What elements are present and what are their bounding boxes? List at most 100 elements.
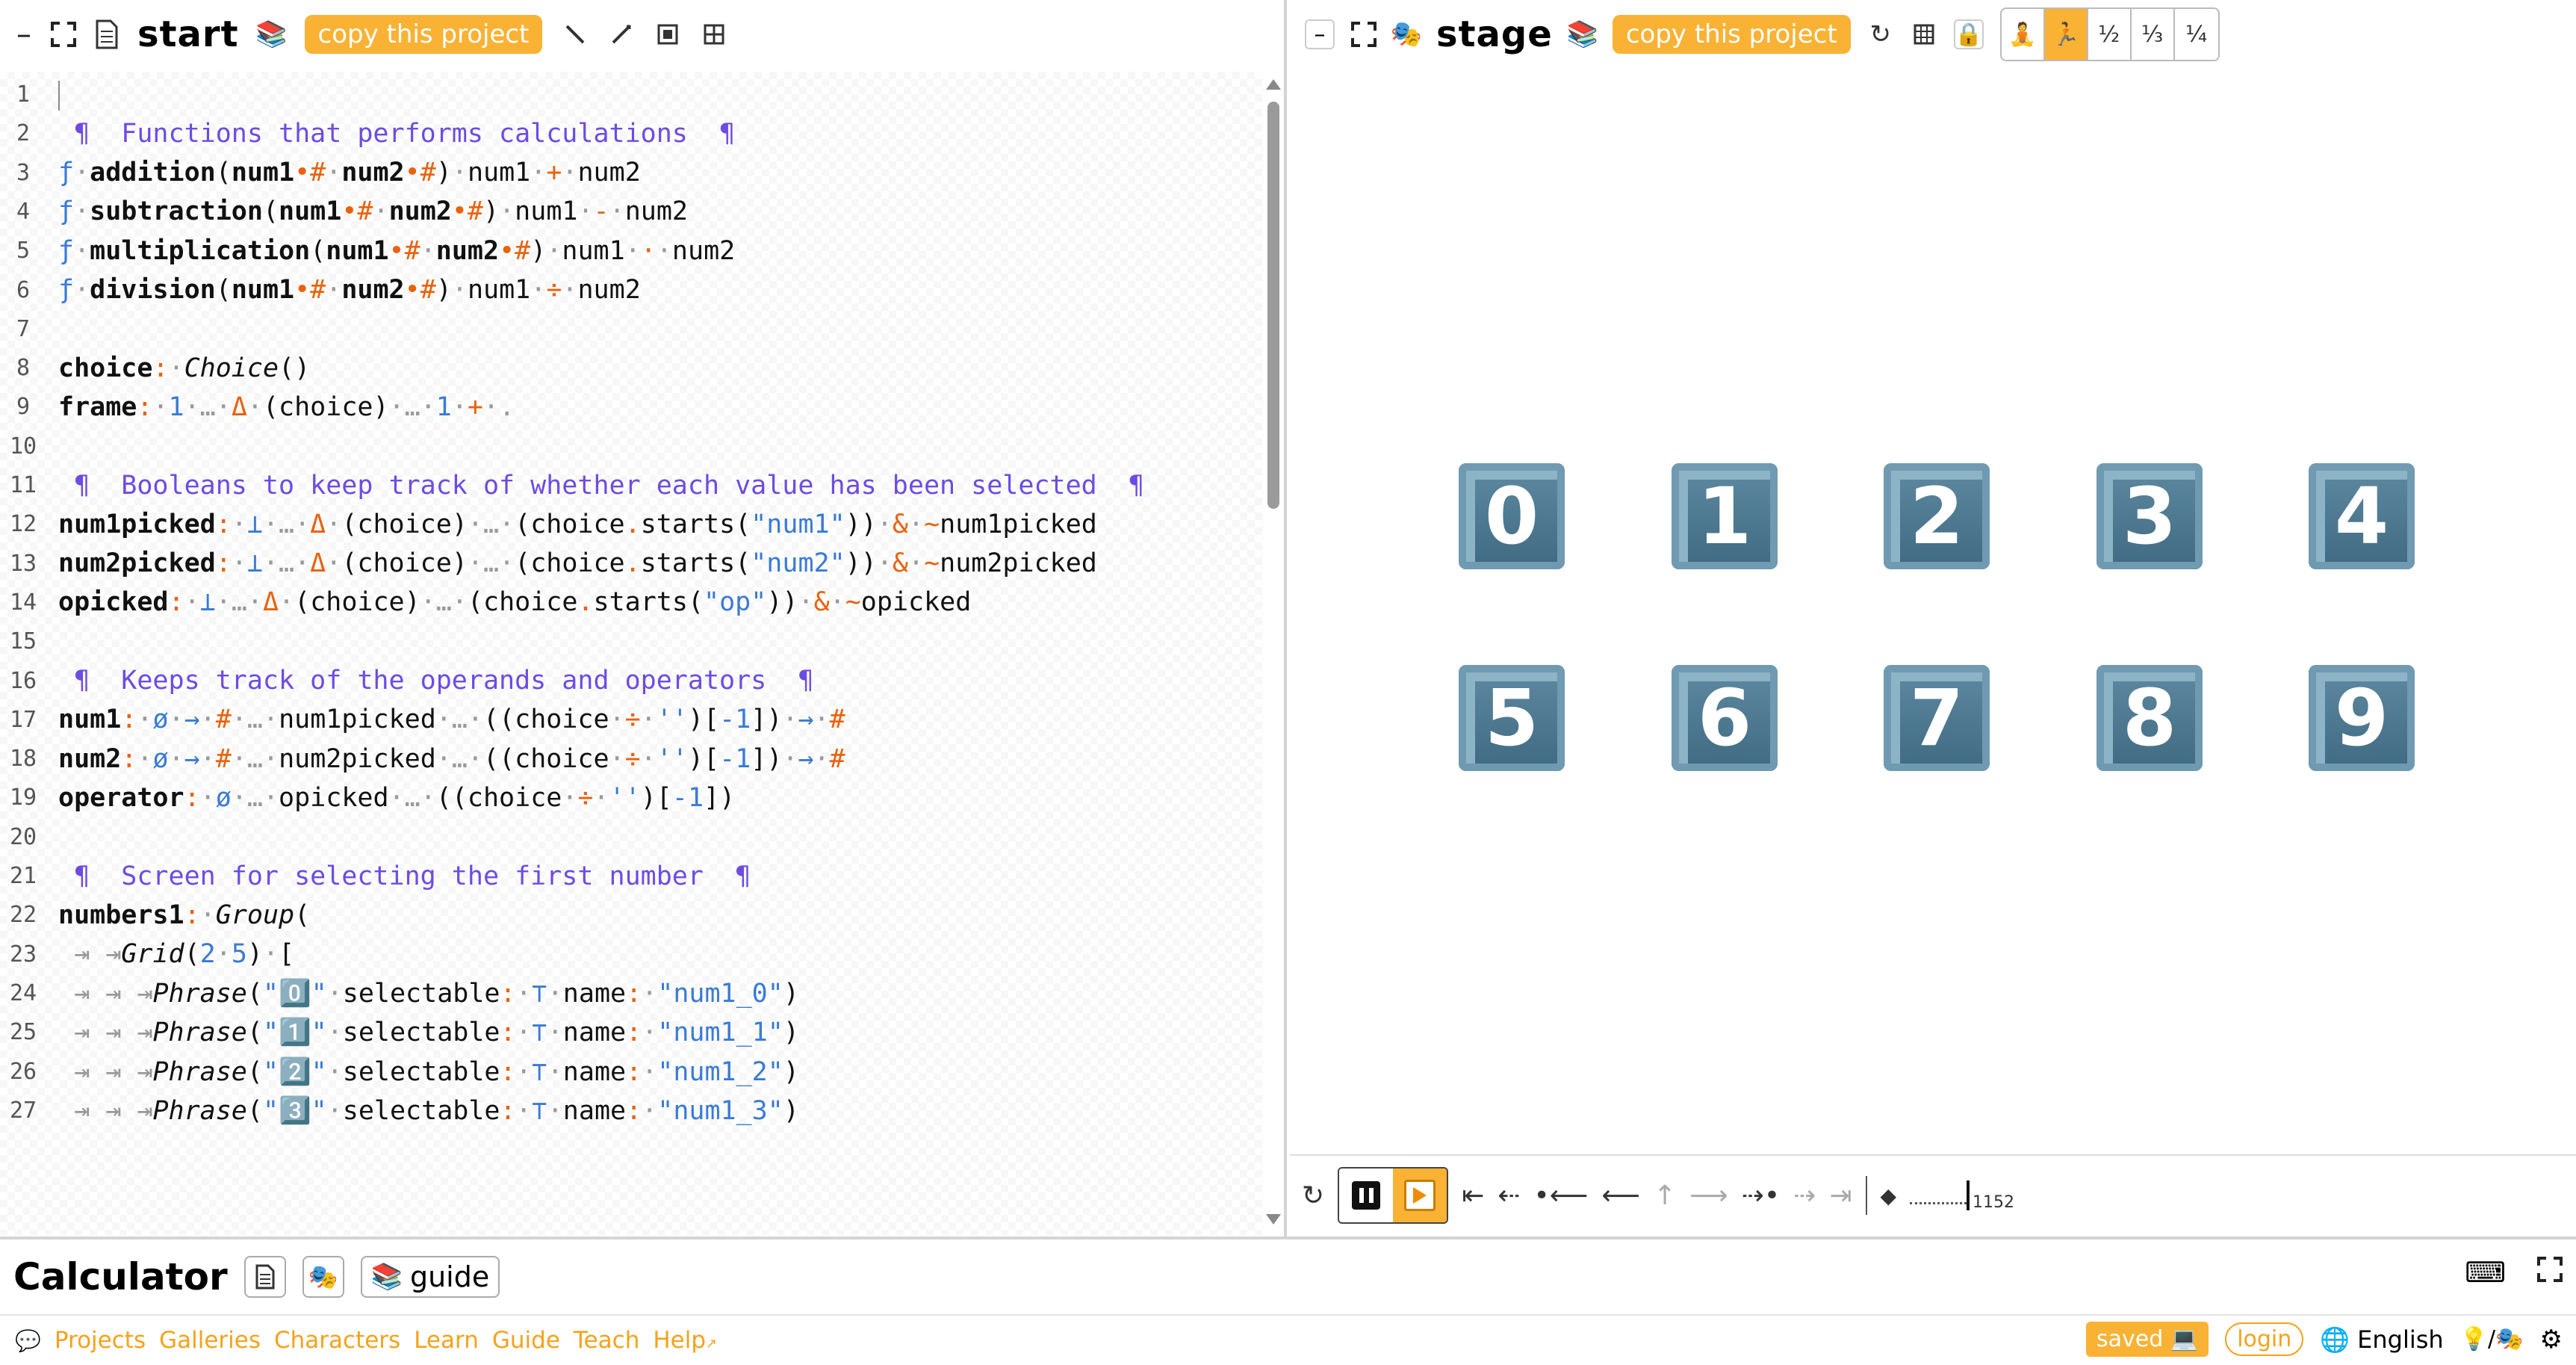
code-line[interactable]: 17 num1:·ø·→·#·…·num1picked·…·((choice·÷·…: [0, 699, 845, 741]
code-line[interactable]: 27 ⇥ ⇥ ⇥Phrase("3️⃣"·selectable:·⊤·name:…: [0, 1089, 799, 1132]
language-selector[interactable]: 🌐 English: [2320, 1325, 2443, 1354]
number-key-8[interactable]: 8: [2097, 665, 2203, 771]
scroll-up-arrow-icon[interactable]: [1266, 79, 1281, 90]
project-name[interactable]: Calculator: [13, 1255, 228, 1299]
still-mode-button[interactable]: 🧘: [2002, 9, 2045, 60]
fullscreen-icon[interactable]: [1351, 22, 1377, 47]
nav-projects[interactable]: Projects: [55, 1327, 146, 1354]
number-key-1[interactable]: 1: [1672, 463, 1778, 569]
nav-teach[interactable]: Teach: [574, 1327, 639, 1354]
grid-icon[interactable]: [701, 21, 727, 48]
code-token: (choice): [262, 391, 389, 422]
number-key-5[interactable]: 5: [1459, 665, 1565, 771]
lock-icon[interactable]: 🔒: [1953, 19, 1984, 49]
code-line[interactable]: 23 ⇥ ⇥Grid(2·5)·[: [0, 933, 294, 976]
step-to-start-icon[interactable]: ⇤: [1462, 1180, 1484, 1211]
nav-characters[interactable]: Characters: [274, 1327, 400, 1354]
code-line[interactable]: 24 ⇥ ⇥ ⇥Phrase("0️⃣"·selectable:·⊤·name:…: [0, 972, 799, 1015]
number-key-2[interactable]: 2: [1884, 463, 1990, 569]
third-speed-button[interactable]: ⅓: [2132, 9, 2175, 60]
number-key-0[interactable]: 0: [1459, 463, 1565, 569]
play-button[interactable]: [1393, 1169, 1447, 1222]
code-line[interactable]: 7: [0, 308, 58, 350]
code-line[interactable]: 12 num1picked:·⊥·…·Δ·(choice)·…·(choice.s…: [0, 503, 1097, 545]
number-key-3[interactable]: 3: [2097, 463, 2203, 569]
code-line[interactable]: 5 ƒ·multiplication(num1•#·num2•#)·num1···…: [0, 229, 735, 272]
collapse-editor-button[interactable]: –: [16, 19, 31, 49]
keyboard-icon[interactable]: ⌨: [2465, 1256, 2506, 1289]
editor-scrollbar[interactable]: [1263, 72, 1284, 1235]
nav-learn[interactable]: Learn: [414, 1327, 479, 1354]
code-line[interactable]: 4 ƒ·subtraction(num1•#·num2•#)·num1·-·num…: [0, 191, 688, 233]
code-line[interactable]: 13 num2picked:·⊥·…·Δ·(choice)·…·(choice.s…: [0, 542, 1097, 585]
nav-galleries[interactable]: Galleries: [159, 1327, 261, 1354]
number-key-7[interactable]: 7: [1884, 665, 1990, 771]
grid-toggle-icon[interactable]: [1911, 21, 1937, 48]
code-line[interactable]: 15: [0, 620, 58, 663]
half-speed-button[interactable]: ½: [2088, 9, 2132, 60]
code-token: (choice: [515, 548, 625, 579]
timeline-cursor[interactable]: [1967, 1180, 1970, 1210]
code-line[interactable]: 14 opicked:·⊥·…·Δ·(choice)·…·(choice.star…: [0, 581, 971, 624]
code-line[interactable]: 3 ƒ·addition(num1•#·num2•#)·num1·+·num2: [0, 152, 641, 194]
code-text: num2:·ø·→·#·…·num2picked·…·((choice·÷·''…: [46, 744, 845, 774]
code-line[interactable]: 9 frame:·1·…·Δ·(choice)·…·1·+·.: [0, 386, 515, 428]
code-line[interactable]: 22 numbers1:·Group(: [0, 894, 310, 936]
collapse-stage-button[interactable]: –: [1305, 19, 1335, 49]
code-line[interactable]: 11 ¶ Booleans to keep track of whether e…: [0, 464, 1144, 507]
scroll-down-arrow-icon[interactable]: [1266, 1214, 1281, 1225]
code-line[interactable]: 21 ¶ Screen for selecting the first numb…: [0, 855, 751, 897]
step-forward-interaction-icon[interactable]: ⇢•: [1742, 1180, 1780, 1211]
code-line[interactable]: 18 num2:·ø·→·#·…·num2picked·…·((choice·÷·…: [0, 737, 845, 780]
timeline-slider[interactable]: [1910, 1180, 1970, 1210]
refresh-icon[interactable]: ↻: [1867, 19, 1894, 49]
code-line[interactable]: 20: [0, 816, 58, 858]
quarter-speed-button[interactable]: ¼: [2175, 9, 2218, 60]
code-line[interactable]: 8 choice:·Choice(): [0, 347, 310, 389]
code-line[interactable]: 16 ¶ Keeps track of the operands and ope…: [0, 660, 814, 702]
fullscreen-icon[interactable]: [2537, 1256, 2563, 1289]
code-line[interactable]: 25 ⇥ ⇥ ⇥Phrase("1️⃣"·selectable:·⊤·name:…: [0, 1011, 799, 1053]
source-title[interactable]: start: [137, 13, 239, 55]
scroll-thumb[interactable]: [1267, 102, 1279, 509]
reset-icon[interactable]: ↻: [1302, 1180, 1324, 1211]
nav-help[interactable]: Help↗: [653, 1327, 717, 1354]
step-back-icon[interactable]: ⟵: [1601, 1180, 1640, 1211]
guide-tab[interactable]: 📚 guide: [360, 1256, 500, 1298]
play-mode-button[interactable]: 🏃: [2044, 9, 2088, 60]
stage-tab[interactable]: 🎭: [302, 1256, 344, 1298]
copy-project-button[interactable]: copy this project: [1612, 15, 1851, 54]
nav-guide[interactable]: Guide: [492, 1327, 560, 1354]
settings-icon[interactable]: ⚙: [2540, 1325, 2563, 1355]
number-key-9[interactable]: 9: [2309, 665, 2415, 771]
blocks-icon[interactable]: [654, 21, 681, 48]
source-tab[interactable]: [243, 1256, 286, 1298]
code-token: )[: [640, 782, 672, 813]
code-token: ·: [530, 275, 547, 305]
step-out-icon[interactable]: ↑: [1654, 1180, 1676, 1211]
code-line[interactable]: 6 ƒ·division(num1•#·num2•#)·num1·÷·num2: [0, 269, 641, 312]
pause-button[interactable]: [1339, 1169, 1394, 1222]
code-line[interactable]: 26 ⇥ ⇥ ⇥Phrase("2️⃣"·selectable:·⊤·name:…: [0, 1050, 799, 1093]
number-key-6[interactable]: 6: [1672, 665, 1778, 771]
step-forward-input-icon[interactable]: ⇢: [1793, 1180, 1816, 1211]
code-line[interactable]: 2 ¶ Functions that performs calculations…: [0, 112, 735, 155]
step-back-interaction-icon[interactable]: •⟵: [1534, 1180, 1589, 1211]
copy-project-button[interactable]: copy this project: [304, 15, 543, 54]
lightbulb-icon[interactable]: 💡/🎭: [2460, 1326, 2524, 1352]
login-button[interactable]: login: [2225, 1322, 2304, 1356]
number-key-4[interactable]: 4: [2309, 463, 2415, 569]
wand-icon[interactable]: [562, 21, 589, 48]
code-line[interactable]: 10: [0, 425, 58, 468]
code-token: ·: [515, 978, 532, 1009]
pencil-icon[interactable]: [608, 21, 635, 48]
code-line[interactable]: 1: [0, 73, 58, 116]
code-line[interactable]: 19 operator:·ø·…·opicked·…·((choice·÷·'')…: [0, 776, 735, 819]
chat-icon[interactable]: 💬: [15, 1328, 41, 1353]
step-to-end-icon[interactable]: ⇥: [1829, 1180, 1852, 1211]
step-back-input-icon[interactable]: ⇠: [1498, 1180, 1520, 1211]
code-editor[interactable]: 12 ¶ Functions that performs calculation…: [0, 72, 1263, 1235]
step-forward-icon[interactable]: ⟶: [1689, 1180, 1728, 1211]
code-token: num2: [58, 743, 122, 774]
fullscreen-icon[interactable]: [51, 22, 76, 47]
